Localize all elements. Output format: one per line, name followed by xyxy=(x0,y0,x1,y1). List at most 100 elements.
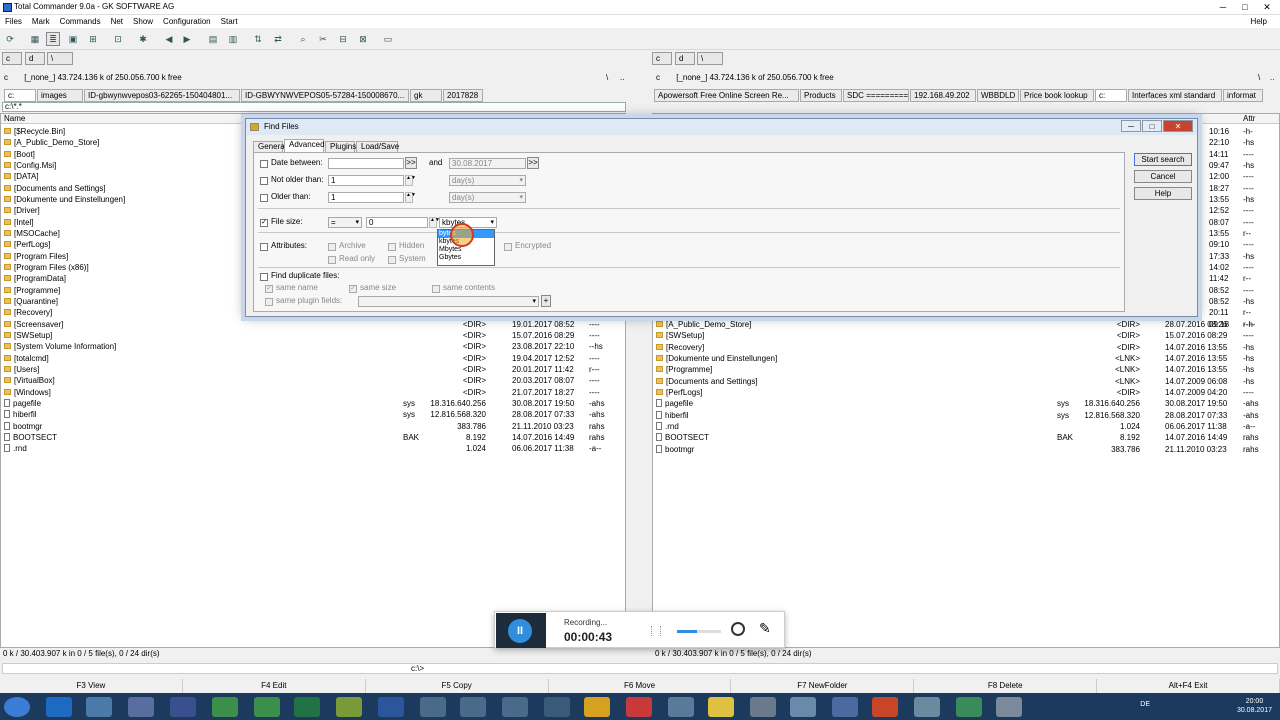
outlook-icon[interactable] xyxy=(46,697,72,717)
excel-icon[interactable] xyxy=(294,697,320,717)
left-tab-images[interactable]: images xyxy=(37,89,83,102)
table-row[interactable]: [Recovery] <DIR> 14.07.2016 13:55 -hs xyxy=(653,342,1279,353)
start-button-icon[interactable] xyxy=(4,697,30,717)
date-to-input[interactable]: 30.08.2017 xyxy=(449,158,526,169)
app-icon-12[interactable] xyxy=(914,697,940,717)
table-row[interactable]: .rnd 1.024 06.06.2017 11:38 -a-- xyxy=(653,421,1279,432)
app-icon-3[interactable] xyxy=(460,697,486,717)
date-from-picker-button[interactable]: >> xyxy=(405,157,417,169)
left-tab-id1[interactable]: ID-gbwynwvepos03-62265-150404801... xyxy=(84,89,240,102)
help-button[interactable]: Help xyxy=(1134,187,1192,200)
forward-icon[interactable]: ▶ xyxy=(180,32,194,46)
readonly-checkbox[interactable] xyxy=(328,256,336,264)
left-tab-gk[interactable]: gk xyxy=(410,89,442,102)
table-row[interactable]: [Users] <DIR> 20.01.2017 11:42 r--- xyxy=(1,364,625,375)
multi-rename-icon[interactable]: ✂ xyxy=(316,32,330,46)
f8-delete-button[interactable]: F8 Delete xyxy=(914,679,1098,693)
app-icon-9[interactable] xyxy=(750,697,776,717)
hidden-checkbox[interactable] xyxy=(388,243,396,251)
table-row[interactable]: bootmgr 383.786 21.11.2010 03:23 rahs xyxy=(1,421,625,432)
right-tab-price-book[interactable]: Price book lookup xyxy=(1020,89,1094,102)
invert-selection-icon[interactable]: ⊡ xyxy=(111,32,125,46)
menu-help[interactable]: Help xyxy=(1246,15,1272,28)
cancel-button[interactable]: Cancel xyxy=(1134,170,1192,183)
f5-copy-button[interactable]: F5 Copy xyxy=(366,679,549,693)
f4-edit-button[interactable]: F4 Edit xyxy=(183,679,366,693)
menu-show[interactable]: Show xyxy=(128,15,158,28)
menu-start[interactable]: Start xyxy=(216,15,243,28)
plugin-fields-select[interactable] xyxy=(358,296,539,307)
table-row[interactable]: [totalcmd] <DIR> 19.04.2017 12:52 ---- xyxy=(1,353,625,364)
file-size-checkbox[interactable]: ✓ xyxy=(260,219,268,227)
save-icon[interactable] xyxy=(170,697,196,717)
archive-checkbox[interactable] xyxy=(328,243,336,251)
not-older-spinner[interactable]: ▲▼ xyxy=(405,175,416,186)
table-row[interactable]: [System Volume Information] <DIR> 23.08.20… xyxy=(1,341,625,352)
older-spinner[interactable]: ▲▼ xyxy=(405,192,416,203)
table-row[interactable]: [A_Public_Demo_Store] <DIR> 28.07.2016 08:… xyxy=(653,319,1279,330)
chrome-icon[interactable] xyxy=(212,697,238,717)
pin-icon[interactable]: ✱ xyxy=(136,32,150,46)
tab-plugins[interactable]: Plugins xyxy=(325,141,356,152)
right-tab-products[interactable]: Products xyxy=(800,89,842,102)
table-row[interactable]: pagefile sys 18.316.640.256 30.08.2017 19:5… xyxy=(653,398,1279,409)
compare-icon[interactable]: ⊠ xyxy=(356,32,370,46)
menu-net[interactable]: Net xyxy=(106,15,128,28)
left-root-button[interactable]: \ xyxy=(606,72,608,84)
pause-icon[interactable]: II xyxy=(508,619,532,643)
table-row[interactable]: pagefile sys 18.316.640.256 30.08.2017 19:5… xyxy=(1,398,625,409)
not-older-unit-select[interactable]: day(s) xyxy=(449,175,526,186)
find-duplicates-checkbox[interactable] xyxy=(260,273,268,281)
attributes-checkbox[interactable] xyxy=(260,243,268,251)
tab-load-save[interactable]: Load/Save xyxy=(356,141,399,152)
right-root-button[interactable]: \ xyxy=(1258,72,1260,84)
ftp-icon[interactable]: ⇅ xyxy=(251,32,265,46)
refresh-icon[interactable]: ⟳ xyxy=(3,32,17,46)
right-tab-interfaces[interactable]: Interfaces xml standard xyxy=(1128,89,1222,102)
app-icon-4[interactable] xyxy=(502,697,528,717)
webcam-icon[interactable] xyxy=(731,622,745,636)
right-col-attr[interactable]: Attr xyxy=(1243,114,1255,123)
explorer-icon[interactable] xyxy=(708,697,734,717)
word-icon[interactable] xyxy=(378,697,404,717)
right-up-button[interactable]: .. xyxy=(1270,72,1274,84)
back-icon[interactable]: ◀ xyxy=(162,32,176,46)
close-button[interactable]: ✕ xyxy=(1256,0,1278,14)
command-line[interactable]: c:\> xyxy=(2,663,1278,674)
table-row[interactable]: .rnd 1.024 06.06.2017 11:38 -a-- xyxy=(1,443,625,454)
same-name-checkbox[interactable]: ✓ xyxy=(265,285,273,293)
system-checkbox[interactable] xyxy=(388,256,396,264)
left-drive-c-button[interactable]: c xyxy=(2,52,22,65)
menu-files[interactable]: Files xyxy=(0,15,27,28)
size-value-input[interactable]: 0 xyxy=(366,217,428,228)
dialog-maximize-button[interactable]: □ xyxy=(1142,120,1162,132)
app-icon-6[interactable] xyxy=(584,697,610,717)
menu-commands[interactable]: Commands xyxy=(55,15,106,28)
app-icon-8[interactable] xyxy=(668,697,694,717)
dialog-close-button[interactable]: ✕ xyxy=(1163,120,1193,132)
size-spinner[interactable]: ▲▼ xyxy=(429,217,440,228)
table-row[interactable]: BOOTSECT BAK 8.192 14.07.2016 14:49 rahs xyxy=(1,432,625,443)
left-tab-id2[interactable]: ID-GBWYNWVEPOS05-57284-150008670... xyxy=(241,89,409,102)
notepad-icon[interactable]: ▭ xyxy=(381,32,395,46)
unpack-icon[interactable]: ▥ xyxy=(226,32,240,46)
left-drive-d-button[interactable]: d xyxy=(25,52,45,65)
powerpoint-icon[interactable] xyxy=(872,697,898,717)
dropdown-option-gbytes[interactable]: Gbytes xyxy=(438,254,494,262)
volume-slider[interactable] xyxy=(677,630,721,633)
app-icon-11[interactable] xyxy=(832,697,858,717)
language-indicator[interactable]: DE xyxy=(1140,701,1150,708)
same-contents-checkbox[interactable] xyxy=(432,285,440,293)
menu-configuration[interactable]: Configuration xyxy=(158,15,216,28)
tab-advanced[interactable]: Advanced xyxy=(284,139,325,152)
f6-move-button[interactable]: F6 Move xyxy=(549,679,732,693)
full-view-icon[interactable]: ≣ xyxy=(46,32,60,46)
right-drive-d-button[interactable]: d xyxy=(675,52,695,65)
dropdown-option-mbytes[interactable]: Mbytes xyxy=(438,246,494,254)
add-plugin-field-button[interactable]: + xyxy=(541,295,551,307)
table-row[interactable]: BOOTSECT BAK 8.192 14.07.2016 14:49 rahs xyxy=(653,432,1279,443)
app-icon-5[interactable] xyxy=(544,697,570,717)
older-value-input[interactable]: 1 xyxy=(328,192,404,203)
chrome-2-icon[interactable] xyxy=(254,697,280,717)
table-row[interactable]: bootmgr 383.786 21.11.2010 03:23 rahs xyxy=(653,444,1279,455)
